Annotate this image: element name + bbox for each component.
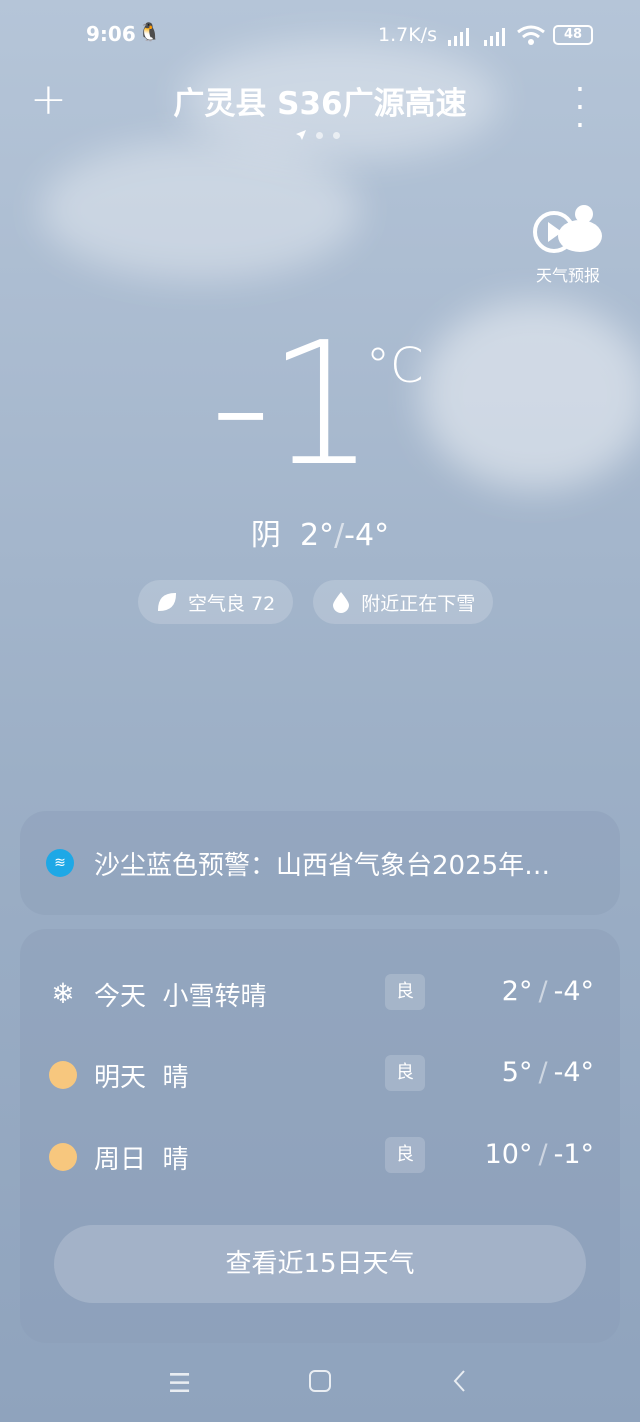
forecast-aqi-badge: 良 [385,1055,425,1091]
menu-nav-icon[interactable]: ☰ [168,1369,191,1399]
forecast-condition: 小雪转晴 [162,982,267,1012]
home-square-icon [309,1370,331,1392]
location-title[interactable]: 广灵县 S36广源高速 [120,78,520,123]
home-nav-icon[interactable] [308,1369,332,1400]
signal-icon [448,28,469,46]
page-indicator [296,130,340,140]
current-temperature: -1 [210,306,376,504]
precipitation-label: 附近正在下雪 [361,592,476,615]
current-condition: 阴 2°/-4° [0,510,640,554]
battery-icon: 48 [553,25,593,45]
forecast-low: -1° [553,1139,594,1170]
view-15-day-button[interactable]: 查看近15日天气 [54,1225,586,1303]
qq-icon: 🐧 [138,22,161,43]
cloud-decoration [40,140,360,280]
forecast-low: -4° [553,976,594,1007]
forecast-high: 5° [501,1057,533,1088]
system-nav-bar: ☰ [0,1365,640,1405]
cloud-decoration [420,300,640,490]
forecast-aqi-badge: 良 [385,974,425,1010]
wifi-icon [517,25,545,45]
network-speed: 1.7K/s [378,24,437,46]
status-time: 9:06 [86,22,136,46]
forecast-day: 明天 [94,1063,147,1093]
weather-video-button[interactable]: 天气预报 [528,200,608,286]
raindrop-icon [333,592,350,613]
leaf-icon [157,592,177,612]
chevron-left-icon [453,1370,465,1392]
weather-alert-card[interactable]: ≋ 沙尘蓝色预警：山西省气象台2025年… [20,811,620,915]
forecast-condition: 晴 [162,1145,189,1175]
forecast-day-condition: 周日 晴 [94,1139,189,1176]
forecast-row[interactable]: 周日 晴 良 10° / -1° [20,1127,620,1187]
forecast-high: 10° [484,1139,533,1170]
add-city-button[interactable]: + [30,78,67,122]
temp-separator: / [334,518,345,553]
air-quality-chip[interactable]: 空气良 72 [138,580,294,624]
forecast-high: 2° [501,976,533,1007]
forecast-row[interactable]: 明天 晴 良 5° / -4° [20,1045,620,1105]
forecast-day-condition: 今天 小雪转晴 [94,976,267,1013]
temp-separator: / [538,976,548,1007]
back-nav-icon[interactable] [452,1369,468,1400]
location-arrow-icon [296,130,306,140]
forecast-day: 周日 [94,1145,147,1175]
status-bar: 9:06 🐧 1.7K/s 48 [0,0,640,70]
today-low: -4° [344,518,390,553]
dust-alert-icon: ≋ [46,849,74,877]
temp-separator: / [538,1057,548,1088]
forecast-aqi-badge: 良 [385,1137,425,1173]
more-menu-button[interactable]: · · · [565,73,595,141]
today-high: 2° [299,518,335,553]
page-dot [333,131,340,139]
temp-separator: / [538,1139,548,1170]
alert-text: 沙尘蓝色预警：山西省气象台2025年… [94,850,551,881]
precipitation-chip[interactable]: 附近正在下雪 [313,580,494,624]
page-dot [316,131,323,139]
air-quality-label: 空气良 72 [188,592,276,615]
forecast-row[interactable]: ❄ 今天 小雪转晴 良 2° / -4° [20,964,620,1024]
temperature-unit: °C [366,338,424,394]
forecast-day: 今天 [94,982,147,1012]
signal-icon [484,28,505,46]
forecast-temp-range: 5° / -4° [502,1057,594,1088]
sun-icon [49,1143,77,1171]
snowflake-icon: ❄ [51,977,75,1010]
condition-text: 阴 [250,518,281,553]
sun-icon [49,1061,77,1089]
forecast-day-condition: 明天 晴 [94,1057,189,1094]
forecast-temp-range: 10° / -1° [485,1139,594,1170]
forecast-temp-range: 2° / -4° [502,976,594,1007]
weather-video-icon [533,205,602,253]
weather-video-label: 天气预报 [535,266,600,285]
forecast-card: ❄ 今天 小雪转晴 良 2° / -4° 明天 晴 良 5° / -4° 周日 晴 良 … [20,929,620,1343]
forecast-low: -4° [553,1057,594,1088]
forecast-condition: 晴 [162,1063,189,1093]
